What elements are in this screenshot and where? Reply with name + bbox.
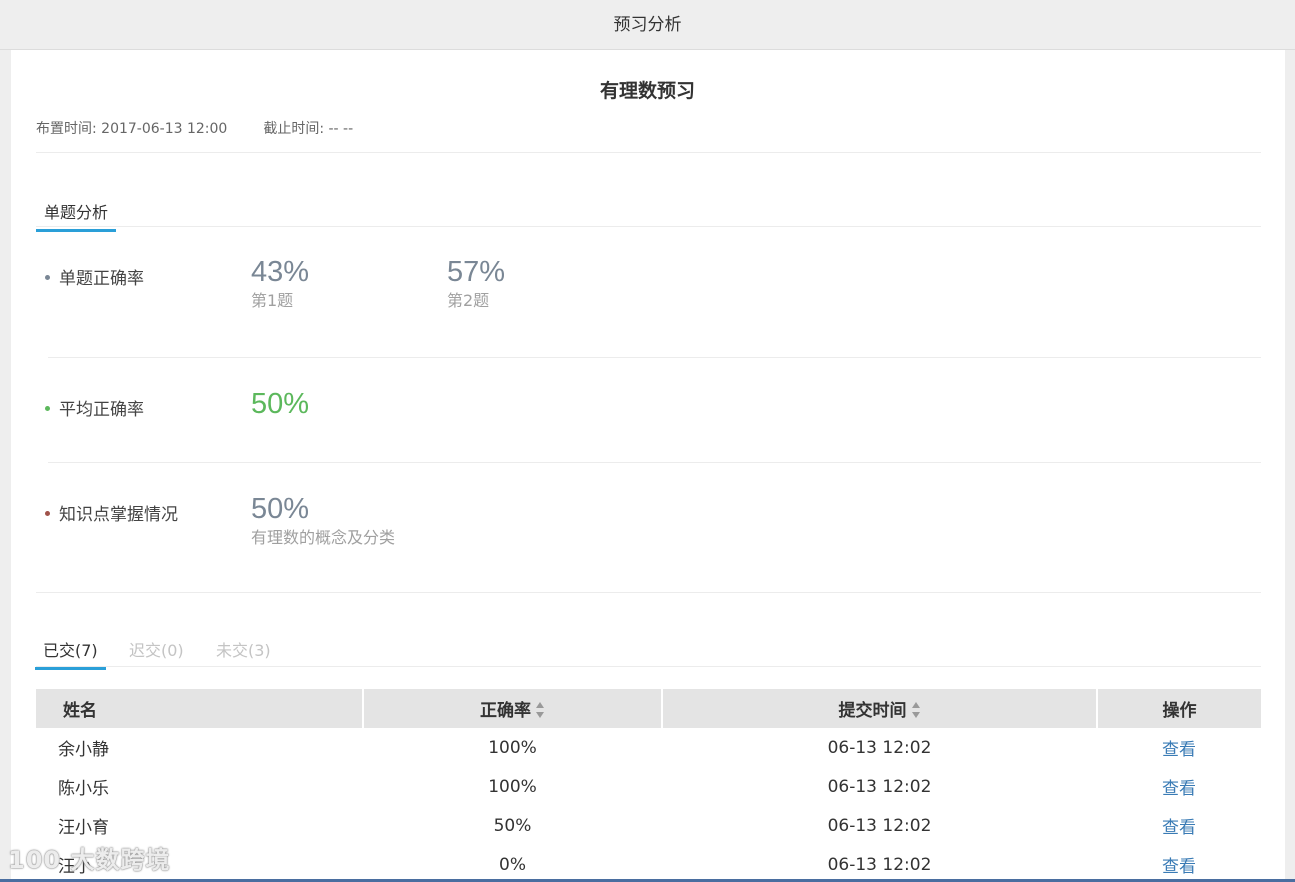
column-header-accuracy[interactable]: 正确率 <box>363 689 663 728</box>
question-name: 第1题 <box>251 291 294 310</box>
submissions-table: 姓名 正确率 提交时间 操作 余小静 100% 06-13 12:02 查看 陈… <box>36 689 1261 882</box>
assign-time: 布置时间: 2017-06-13 12:00 <box>36 121 228 137</box>
view-link[interactable]: 查看 <box>1162 779 1196 799</box>
left-margin <box>0 50 11 882</box>
tab-submitted[interactable]: 已交(7) <box>35 637 106 670</box>
question-name: 第2题 <box>447 291 490 310</box>
divider <box>36 592 1261 593</box>
divider <box>36 226 1261 227</box>
column-header-time-label: 提交时间 <box>838 701 907 721</box>
question-accuracy-text: 单题正确率 <box>59 269 144 289</box>
knowledge-pct: 50% <box>251 493 310 525</box>
question-accuracy-label: 单题正确率 <box>45 264 144 289</box>
average-stat: 50% <box>251 389 309 419</box>
question-stat-2: 57% 第2题 <box>447 257 505 311</box>
column-header-name: 姓名 <box>36 689 364 728</box>
bullet-dot <box>45 510 50 516</box>
bullet-dot <box>45 405 50 411</box>
column-header-time[interactable]: 提交时间 <box>662 689 1098 728</box>
average-accuracy-label: 平均正确率 <box>45 395 144 420</box>
right-scrollbar-track[interactable] <box>1285 50 1295 882</box>
student-accuracy: 50% <box>493 815 532 836</box>
window-title: 预习分析 <box>613 15 682 35</box>
sort-icon[interactable] <box>911 701 921 719</box>
knowledge-point-name: 有理数的概念及分类 <box>251 528 396 547</box>
view-link[interactable]: 查看 <box>1162 818 1196 838</box>
question-stat-1: 43% 第1题 <box>251 257 309 311</box>
homework-title: 有理数预习 <box>599 80 695 102</box>
table-header-row: 姓名 正确率 提交时间 操作 <box>36 689 1261 728</box>
watermark-logo: 100 大数跨境 <box>8 846 171 874</box>
bullet-dot <box>45 274 50 280</box>
column-header-action: 操作 <box>1097 689 1261 728</box>
average-pct: 50% <box>251 388 310 420</box>
student-accuracy: 100% <box>488 737 537 758</box>
table-row: 余小静 100% 06-13 12:02 查看 <box>36 728 1261 767</box>
student-name: 陈小乐 <box>58 779 109 799</box>
divider <box>48 462 1261 463</box>
knowledge-label: 知识点掌握情况 <box>45 500 178 525</box>
tab-single-question-analysis[interactable]: 单题分析 <box>35 199 117 232</box>
submit-time: 06-13 12:02 <box>827 854 932 875</box>
window-title-bar: 预习分析 <box>0 0 1295 50</box>
divider <box>36 152 1261 153</box>
knowledge-stat: 50% 有理数的概念及分类 <box>251 494 395 548</box>
tab-not-submitted[interactable]: 未交(3) <box>216 637 271 661</box>
column-header-accuracy-label: 正确率 <box>480 701 531 721</box>
sort-icon[interactable] <box>535 701 545 719</box>
student-accuracy: 100% <box>488 776 537 797</box>
table-row: 汪小 0% 06-13 12:02 查看 <box>36 845 1261 882</box>
student-accuracy: 0% <box>499 854 526 875</box>
knowledge-text: 知识点掌握情况 <box>59 505 178 525</box>
question-pct: 43% <box>251 256 310 288</box>
homework-meta: 布置时间: 2017-06-13 12:00 截止时间: -- -- <box>36 118 353 138</box>
submit-time: 06-13 12:02 <box>827 737 932 758</box>
average-accuracy-text: 平均正确率 <box>59 400 144 420</box>
question-pct: 57% <box>447 256 506 288</box>
view-link[interactable]: 查看 <box>1162 857 1196 877</box>
tab-late[interactable]: 迟交(0) <box>129 637 184 661</box>
submit-time: 06-13 12:02 <box>827 815 932 836</box>
view-link[interactable]: 查看 <box>1162 740 1196 760</box>
divider <box>48 357 1261 358</box>
table-row: 汪小育 50% 06-13 12:02 查看 <box>36 806 1261 845</box>
divider <box>36 666 1261 667</box>
submit-time: 06-13 12:02 <box>827 776 932 797</box>
table-row: 陈小乐 100% 06-13 12:02 查看 <box>36 767 1261 806</box>
student-name: 余小静 <box>58 740 109 760</box>
deadline-time: 截止时间: -- -- <box>263 121 354 137</box>
